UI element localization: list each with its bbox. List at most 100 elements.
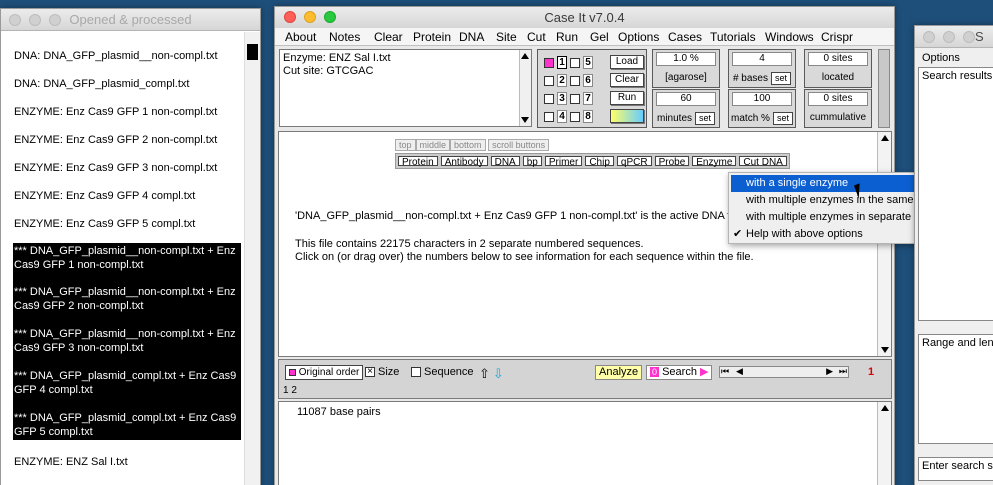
- lane-checkbox[interactable]: [570, 57, 580, 68]
- list-item[interactable]: ENZYME: ENZ Sal I.txt: [14, 455, 242, 469]
- menu-cases[interactable]: Cases: [668, 30, 702, 44]
- lane-number[interactable]: 4: [557, 110, 567, 123]
- lane-number[interactable]: 5: [583, 56, 593, 69]
- arrow-down-icon[interactable]: ⇩: [493, 366, 504, 382]
- match-value[interactable]: 100: [732, 92, 792, 106]
- cut-dna-tool-button[interactable]: Cut DNA: [739, 156, 787, 168]
- qpcr-tool-button[interactable]: qPCR: [616, 156, 652, 168]
- arrow-up-icon[interactable]: ⇧: [479, 366, 490, 382]
- sequence-numbers[interactable]: 1 2: [283, 385, 297, 396]
- menu-site[interactable]: Site: [496, 30, 517, 44]
- search-button[interactable]: 0 Search ▶: [646, 365, 713, 380]
- skip-start-icon[interactable]: ⏮: [721, 366, 729, 377]
- size-checkbox[interactable]: ×: [365, 367, 375, 377]
- step-back-icon[interactable]: ◀: [736, 366, 743, 377]
- menu-windows[interactable]: Windows: [765, 30, 814, 44]
- zoom-icon[interactable]: [963, 31, 975, 43]
- list-item[interactable]: DNA: DNA_GFP_plasmid__non-compl.txt: [14, 49, 242, 63]
- primer-tool-button[interactable]: Primer: [544, 156, 583, 168]
- scroll-up-icon[interactable]: [881, 135, 889, 141]
- lane-checkbox[interactable]: [570, 111, 580, 122]
- set-bases-button[interactable]: set: [771, 72, 792, 85]
- lane-number[interactable]: 8: [583, 110, 593, 123]
- menu-gel[interactable]: Gel: [590, 30, 609, 44]
- lane-checkbox[interactable]: [570, 75, 580, 86]
- left-scrollbar[interactable]: [244, 32, 260, 485]
- list-item[interactable]: DNA: DNA_GFP_plasmid_compl.txt: [14, 77, 242, 91]
- menu-dna[interactable]: DNA: [459, 30, 484, 44]
- menu-notes[interactable]: Notes: [329, 30, 360, 44]
- scroll-up-icon[interactable]: [881, 405, 889, 411]
- minutes-value[interactable]: 60: [656, 92, 716, 106]
- lane-number[interactable]: 7: [583, 92, 593, 105]
- list-item[interactable]: ENZYME: Enz Cas9 GFP 5 compl.txt: [14, 217, 242, 231]
- lane-checkbox[interactable]: [544, 57, 554, 68]
- bp-tool-button[interactable]: bp: [522, 156, 542, 168]
- list-item-selected[interactable]: *** DNA_GFP_plasmid__non-compl.txt + Enz…: [13, 243, 241, 272]
- instructions-message: Click on (or drag over) the numbers belo…: [295, 251, 754, 263]
- protein-tool-button[interactable]: Protein: [398, 156, 438, 168]
- dna-tool-button[interactable]: DNA: [490, 156, 520, 168]
- lane-checkbox[interactable]: [544, 111, 554, 122]
- scroll-up-icon[interactable]: [521, 53, 529, 59]
- list-item-selected[interactable]: *** DNA_GFP_plasmid__non-compl.txt + Enz…: [13, 272, 241, 314]
- gel-color-button[interactable]: [610, 109, 644, 123]
- menu-options[interactable]: Options: [618, 30, 659, 44]
- scroll-bottom-tab[interactable]: bottom: [450, 139, 486, 151]
- chip-tool-button[interactable]: Chip: [585, 156, 614, 168]
- lane-checkbox[interactable]: [544, 75, 554, 86]
- list-item[interactable]: ENZYME: Enz Cas9 GFP 2 non-compl.txt: [14, 133, 242, 147]
- lane-checkbox[interactable]: [570, 93, 580, 104]
- scroll-top-tab[interactable]: top: [395, 139, 416, 151]
- list-item[interactable]: ENZYME: Enz Cas9 GFP 4 compl.txt: [14, 189, 242, 203]
- menu-clear[interactable]: Clear: [374, 30, 403, 44]
- panel-scrollbar[interactable]: [878, 49, 890, 128]
- menu-protein[interactable]: Protein: [413, 30, 451, 44]
- bases-value[interactable]: 4: [732, 52, 792, 66]
- load-button[interactable]: Load: [610, 55, 644, 69]
- set-minutes-button[interactable]: set: [695, 112, 716, 125]
- search-entry-box[interactable]: Enter search se: [918, 457, 993, 481]
- step-forward-icon[interactable]: ▶: [826, 366, 833, 377]
- sort-arrows[interactable]: ⇧ ⇩: [479, 366, 504, 382]
- menu-tutorials[interactable]: Tutorials: [710, 30, 756, 44]
- list-item[interactable]: ENZYME: Enz Cas9 GFP 3 non-compl.txt: [14, 161, 242, 175]
- content-scrollbar[interactable]: [877, 132, 891, 356]
- skip-end-icon[interactable]: ⏭: [839, 366, 847, 377]
- scroll-thumb[interactable]: [247, 44, 258, 60]
- antibody-tool-button[interactable]: Antibody: [440, 156, 488, 168]
- menu-crispr[interactable]: Crispr: [821, 30, 853, 44]
- list-item-selected[interactable]: *** DNA_GFP_plasmid_compl.txt + Enz Cas9…: [13, 398, 241, 440]
- scroll-down-icon[interactable]: [521, 117, 529, 123]
- menu-run[interactable]: Run: [556, 30, 578, 44]
- list-item[interactable]: ENZYME: Enz Cas9 GFP 1 non-compl.txt: [14, 105, 242, 119]
- lane-number[interactable]: 3: [557, 92, 567, 105]
- minimize-icon[interactable]: [943, 31, 955, 43]
- close-icon[interactable]: [923, 31, 935, 43]
- run-button[interactable]: Run: [610, 91, 644, 105]
- enzyme-tool-button[interactable]: Enzyme: [692, 156, 737, 168]
- menu-about[interactable]: About: [285, 30, 316, 44]
- info-scrollbar[interactable]: [519, 50, 531, 126]
- scroll-middle-tab[interactable]: middle: [415, 139, 451, 151]
- lane-number[interactable]: 6: [583, 74, 593, 87]
- bp-scrollbar[interactable]: [877, 402, 891, 485]
- menu-cut[interactable]: Cut: [527, 30, 546, 44]
- size-option[interactable]: × Size: [365, 366, 399, 378]
- analyze-button[interactable]: Analyze: [595, 365, 643, 380]
- lane-checkbox[interactable]: [544, 93, 554, 104]
- sequence-option[interactable]: Sequence: [411, 366, 474, 378]
- list-item-selected[interactable]: *** DNA_GFP_plasmid__non-compl.txt + Enz…: [13, 314, 241, 356]
- sequence-hscroll[interactable]: ⏮ ◀ ▶ ⏭: [719, 366, 849, 378]
- list-item-selected[interactable]: *** DNA_GFP_plasmid_compl.txt + Enz Cas9…: [13, 356, 241, 398]
- sequence-checkbox[interactable]: [411, 367, 421, 377]
- lane-number[interactable]: 2: [557, 74, 567, 87]
- scroll-down-icon[interactable]: [881, 347, 889, 353]
- minutes-label-row: minutes set: [653, 112, 719, 125]
- probe-tool-button[interactable]: Probe: [654, 156, 690, 168]
- set-match-button[interactable]: set: [772, 112, 793, 125]
- agarose-value[interactable]: 1.0 %: [656, 52, 716, 66]
- lane-number[interactable]: 1: [557, 56, 567, 69]
- clear-button[interactable]: Clear: [610, 73, 644, 87]
- original-order-button[interactable]: Original order: [285, 365, 364, 380]
